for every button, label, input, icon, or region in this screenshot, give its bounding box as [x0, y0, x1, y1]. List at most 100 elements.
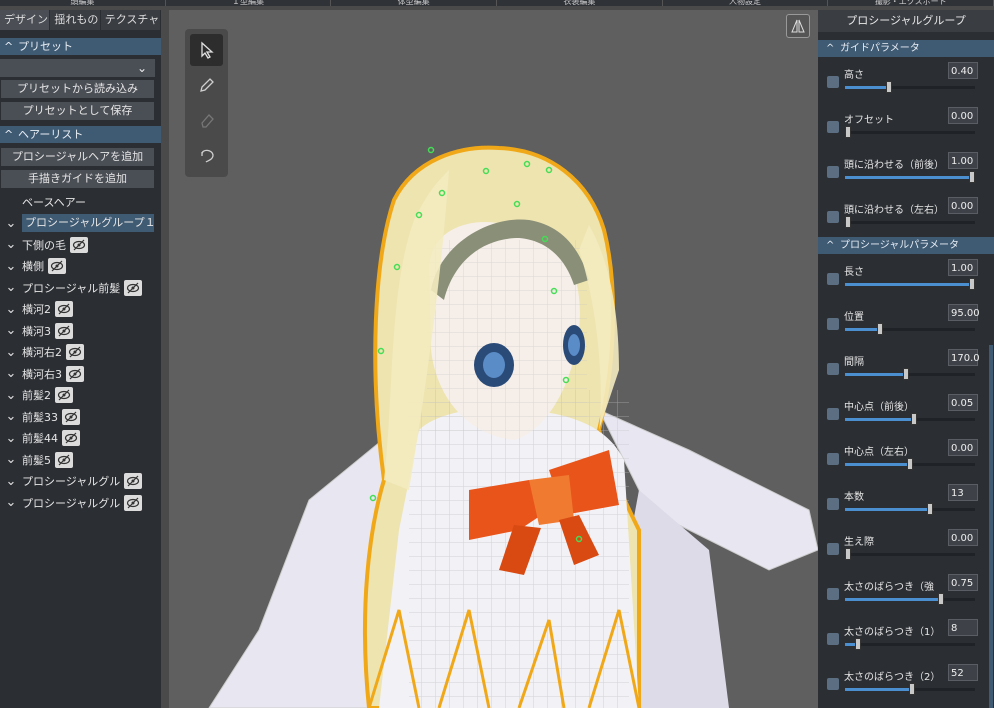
- parameter-value-input[interactable]: 52: [948, 664, 978, 681]
- parameter-value-input[interactable]: 0.05: [948, 394, 978, 411]
- slider-knob[interactable]: [938, 593, 944, 605]
- slider-knob[interactable]: [969, 278, 975, 290]
- 3d-viewport[interactable]: [169, 10, 818, 708]
- preset-section-header[interactable]: ^ プリセット: [0, 38, 161, 55]
- parameter-value-input[interactable]: 0.00: [948, 439, 978, 456]
- parameter-slider[interactable]: [845, 323, 975, 335]
- menu-tab[interactable]: 体型編集: [331, 0, 498, 6]
- hair-list-item[interactable]: ⌄ 横河2: [0, 299, 161, 321]
- menu-tab[interactable]: 衣装編集: [497, 0, 663, 6]
- parameter-slider[interactable]: [845, 548, 975, 560]
- hidden-eye-icon[interactable]: [124, 279, 143, 296]
- parameter-value-input[interactable]: 0.75: [948, 574, 978, 591]
- hidden-eye-icon[interactable]: [66, 365, 84, 382]
- enable-checkbox[interactable]: [827, 588, 839, 600]
- parameter-slider[interactable]: [845, 638, 975, 650]
- guide-section-header[interactable]: ^ ガイドパラメータ: [818, 40, 994, 57]
- parameter-slider[interactable]: [845, 81, 975, 93]
- parameter-value-input[interactable]: 0.00: [948, 197, 978, 214]
- hidden-eye-icon[interactable]: [124, 494, 143, 511]
- slider-knob[interactable]: [927, 503, 933, 515]
- chevron-down-icon[interactable]: ⌄: [0, 345, 22, 360]
- enable-checkbox[interactable]: [827, 408, 839, 420]
- enable-checkbox[interactable]: [827, 363, 839, 375]
- chevron-down-icon[interactable]: ⌄: [0, 366, 22, 381]
- procedural-section-header[interactable]: ^ プロシージャルパラメータ: [818, 237, 994, 254]
- hair-list-item[interactable]: ⌄ プロシージャルグル: [0, 471, 161, 493]
- hair-list-item[interactable]: ⌄ プロシージャルグル: [0, 492, 161, 514]
- chevron-down-icon[interactable]: ⌄: [0, 388, 22, 403]
- enable-checkbox[interactable]: [827, 498, 839, 510]
- chevron-down-icon[interactable]: ⌄: [0, 431, 22, 446]
- slider-knob[interactable]: [969, 171, 975, 183]
- lasso-tool-button[interactable]: [190, 139, 223, 171]
- enable-checkbox[interactable]: [827, 166, 839, 178]
- select-tool-button[interactable]: [190, 34, 223, 66]
- hidden-eye-icon[interactable]: [55, 387, 73, 404]
- enable-checkbox[interactable]: [827, 211, 839, 223]
- slider-knob[interactable]: [907, 458, 913, 470]
- hidden-eye-icon[interactable]: [62, 430, 80, 447]
- hair-list-item[interactable]: ⌄ 横河右2: [0, 342, 161, 364]
- menu-tab[interactable]: 人物設定: [663, 0, 829, 6]
- parameter-value-input[interactable]: 8: [948, 619, 978, 636]
- enable-checkbox[interactable]: [827, 678, 839, 690]
- parameter-value-input[interactable]: 0.00: [948, 107, 978, 124]
- chevron-down-icon[interactable]: ⌄: [0, 474, 22, 489]
- enable-checkbox[interactable]: [827, 273, 839, 285]
- hair-list-item[interactable]: ⌄ プロシージャル前髪: [0, 277, 161, 299]
- hair-list-item[interactable]: ⌄ 前髪2: [0, 385, 161, 407]
- slider-knob[interactable]: [855, 638, 861, 650]
- enable-checkbox[interactable]: [827, 453, 839, 465]
- chevron-down-icon[interactable]: ⌄: [0, 452, 22, 467]
- chevron-down-icon[interactable]: ⌄: [0, 216, 22, 231]
- slider-knob[interactable]: [845, 548, 851, 560]
- parameter-value-input[interactable]: 0.00: [948, 529, 978, 546]
- chevron-down-icon[interactable]: ⌄: [0, 280, 22, 295]
- parameter-slider[interactable]: [845, 413, 975, 425]
- parameter-slider[interactable]: [845, 368, 975, 380]
- load-preset-button[interactable]: プリセットから読み込み: [0, 79, 155, 99]
- parameter-value-input[interactable]: 170.0: [948, 349, 980, 366]
- pencil-tool-button[interactable]: [190, 69, 223, 101]
- hair-list-item[interactable]: ⌄ 横河右3: [0, 363, 161, 385]
- save-preset-button[interactable]: プリセットとして保存: [0, 101, 155, 121]
- parameter-value-input[interactable]: 1.00: [948, 259, 978, 276]
- hair-list-item[interactable]: ⌄ 横側: [0, 256, 161, 278]
- enable-checkbox[interactable]: [827, 121, 839, 133]
- parameter-slider[interactable]: [845, 171, 975, 183]
- enable-checkbox[interactable]: [827, 543, 839, 555]
- parameter-slider[interactable]: [845, 683, 975, 695]
- hidden-eye-icon[interactable]: [55, 301, 73, 318]
- enable-checkbox[interactable]: [827, 318, 839, 330]
- chevron-down-icon[interactable]: ⌄: [0, 409, 22, 424]
- menu-tab[interactable]: 頭編集: [0, 0, 166, 6]
- parameter-slider[interactable]: [845, 503, 975, 515]
- hair-list-item[interactable]: ⌄ 前髪33: [0, 406, 161, 428]
- hidden-eye-icon[interactable]: [70, 236, 88, 253]
- mirror-toggle-button[interactable]: [786, 14, 810, 38]
- enable-checkbox[interactable]: [827, 633, 839, 645]
- right-scrollbar[interactable]: [989, 345, 993, 708]
- slider-knob[interactable]: [909, 683, 915, 695]
- slider-knob[interactable]: [845, 126, 851, 138]
- hidden-eye-icon[interactable]: [66, 344, 84, 361]
- menu-tab[interactable]: Ｉ型編集: [166, 0, 332, 6]
- parameter-value-input[interactable]: 1.00: [948, 152, 978, 169]
- slider-knob[interactable]: [877, 323, 883, 335]
- add-guide-button[interactable]: 手描きガイドを追加: [0, 169, 155, 189]
- hair-list-item[interactable]: ⌄ 横河3: [0, 320, 161, 342]
- hidden-eye-icon[interactable]: [124, 473, 143, 490]
- hair-list-item[interactable]: ⌄ プロシージャルグループ１: [0, 213, 161, 235]
- enable-checkbox[interactable]: [827, 76, 839, 88]
- hidden-eye-icon[interactable]: [48, 258, 66, 275]
- tab-physics[interactable]: 揺れもの: [50, 10, 101, 30]
- slider-knob[interactable]: [903, 368, 909, 380]
- parameter-value-input[interactable]: 13: [948, 484, 978, 501]
- hairlist-section-header[interactable]: ^ ヘアーリスト: [0, 126, 161, 143]
- parameter-value-input[interactable]: 0.40: [948, 62, 978, 79]
- menu-tab[interactable]: 撮影・エクスポート: [828, 0, 994, 6]
- slider-knob[interactable]: [911, 413, 917, 425]
- chevron-down-icon[interactable]: ⌄: [0, 302, 22, 317]
- hidden-eye-icon[interactable]: [55, 451, 73, 468]
